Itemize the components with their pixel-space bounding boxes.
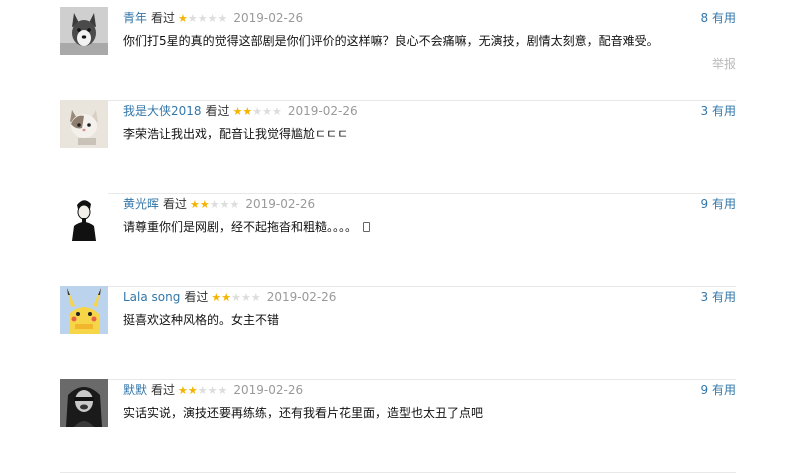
comment-item: 我是大侠2018 看过 ★★★★★ 2019-02-26 3 有用 李荣浩让我出戏，配…	[60, 100, 736, 194]
comment-list: 青年 看过 ★★★★★ 2019-02-26 8 有用 你们打5星的真的觉得这部剧是你…	[0, 0, 787, 473]
comment-meta: Lala song 看过 ★★★★★ 2019-02-26	[123, 288, 336, 306]
star-icon: ★★	[211, 291, 232, 304]
star-rating: ★★★★★	[178, 382, 227, 400]
comment-content: 你们打5星的真的觉得这部剧是你们评价的这样嘛？良心不会痛嘛，无演技，剧情太刻意，…	[123, 34, 659, 48]
watched-status: 看过	[163, 197, 188, 211]
useful-vote-link[interactable]: 3 有用	[701, 288, 736, 306]
comment-content: 请尊重你们是网剧，经不起拖沓和粗糙。。。。	[123, 218, 371, 236]
useful-vote-link[interactable]: 9 有用	[701, 381, 736, 399]
useful-vote-link[interactable]: 8 有用	[701, 9, 736, 27]
comment-content: 李荣浩让我出戏，配音让我觉得尴尬ㄷㄷㄷ	[123, 127, 349, 141]
comment-item: 黄光晖 看过 ★★★★★ 2019-02-26 9 有用 请尊重你们是网剧，经不起拖沓…	[60, 193, 736, 287]
watched-status: 看过	[184, 290, 209, 304]
comment-time: 2019-02-26	[287, 104, 358, 118]
watched-status: 看过	[151, 383, 176, 397]
username-link[interactable]: 黄光晖	[123, 197, 159, 211]
username-link[interactable]: Lala song	[123, 290, 180, 304]
star-icon: ★★	[232, 105, 253, 118]
comment-item: 默默 看过 ★★★★★ 2019-02-26 9 有用 实话实说，演技还要再练练，还有…	[60, 379, 736, 473]
comment-time: 2019-02-26	[233, 11, 304, 25]
useful-vote-link[interactable]: 3 有用	[701, 102, 736, 120]
comment-time: 2019-02-26	[233, 383, 304, 397]
comment-meta: 青年 看过 ★★★★★ 2019-02-26	[123, 9, 303, 27]
useful-vote-link[interactable]: 9 有用	[701, 195, 736, 213]
star-rating: ★★★★★	[190, 196, 239, 214]
username-link[interactable]: 我是大侠2018	[123, 104, 202, 118]
star-rating: ★★★★★	[178, 10, 227, 28]
star-icon: ★★★	[209, 198, 240, 211]
man-silhouette-icon	[60, 193, 108, 241]
comment-meta: 默默 看过 ★★★★★ 2019-02-26	[123, 381, 303, 399]
star-icon: ★	[178, 12, 188, 25]
mobile-phone-icon	[363, 222, 371, 232]
comment-time: 2019-02-26	[266, 290, 337, 304]
star-rating: ★★★★★	[233, 103, 282, 121]
star-icon: ★★★	[231, 291, 261, 304]
comment-meta: 我是大侠2018 看过 ★★★★★ 2019-02-26	[123, 102, 358, 120]
star-icon: ★★★	[197, 384, 228, 397]
star-icon: ★★	[190, 198, 210, 211]
comment-content: 实话实说，演技还要再练练，还有我看片花里面，造型也太丑了点吧	[123, 406, 484, 420]
comment-text: 请尊重你们是网剧，经不起拖沓和粗糙。。。。	[123, 220, 358, 234]
pikachu-icon	[60, 286, 108, 334]
comment-time: 2019-02-26	[245, 197, 316, 211]
watched-status: 看过	[205, 104, 230, 118]
user-avatar-husky[interactable]	[60, 7, 108, 55]
user-avatar-mona-lisa[interactable]	[60, 379, 108, 427]
username-link[interactable]: 青年	[123, 11, 147, 25]
mona-lisa-icon	[60, 379, 108, 427]
username-link[interactable]: 默默	[123, 383, 147, 397]
cat-icon	[60, 100, 108, 148]
comment-item: Lala song 看过 ★★★★★ 2019-02-26 3 有用 挺喜欢这种风格的…	[60, 286, 736, 380]
user-avatar-pikachu[interactable]	[60, 286, 108, 334]
star-rating: ★★★★★	[211, 289, 260, 307]
comment-content: 挺喜欢这种风格的。女主不错	[123, 313, 280, 327]
star-icon: ★★★★	[187, 12, 228, 25]
watched-status: 看过	[151, 11, 176, 25]
husky-dog-icon	[60, 7, 108, 55]
report-link[interactable]: 举报	[712, 55, 736, 72]
comment-item: 青年 看过 ★★★★★ 2019-02-26 8 有用 你们打5星的真的觉得这部剧是你…	[60, 7, 736, 101]
star-icon: ★★	[178, 384, 198, 397]
star-icon: ★★★	[252, 105, 282, 118]
user-avatar-man[interactable]	[60, 193, 108, 241]
comment-meta: 黄光晖 看过 ★★★★★ 2019-02-26	[123, 195, 315, 213]
user-avatar-cat[interactable]	[60, 100, 108, 148]
